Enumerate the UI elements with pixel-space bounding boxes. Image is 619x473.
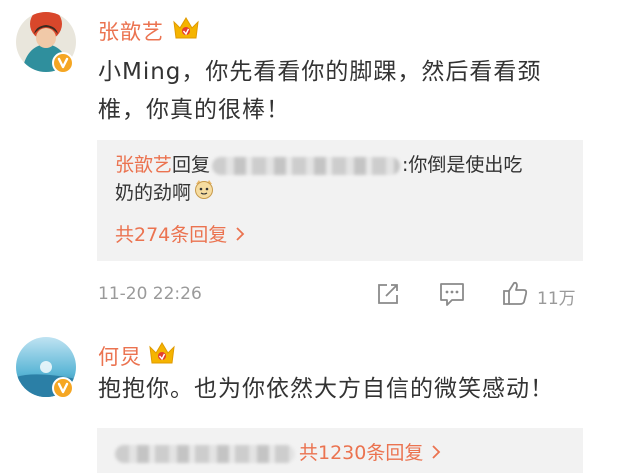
comment-timestamp: 11-20 22:26: [98, 284, 202, 304]
username[interactable]: 何炅: [98, 341, 142, 371]
username[interactable]: 张歆艺: [98, 16, 164, 46]
reply-preview-box[interactable]: 共1230条回复: [97, 428, 583, 473]
reply-preview-line: 张歆艺回复 :你倒是使出吃: [115, 150, 522, 180]
verified-badge-icon: [52, 377, 74, 399]
comment-text: 小Ming，你先看看你的脚踝，然后看看颈: [98, 59, 542, 85]
blurred-username: [212, 156, 401, 175]
reply-text: :你倒是使出吃: [402, 154, 523, 176]
reply-text-continued: 奶的劲啊: [115, 182, 192, 204]
reply-author[interactable]: 张歆艺: [115, 154, 172, 176]
comment-item: 张歆艺 小Ming，你先看看你的脚踝，然后看看颈 椎，你真的很棒！ 张歆艺回复:…: [0, 0, 619, 320]
blurred-username: [115, 444, 295, 463]
view-replies-link[interactable]: 共274条回复: [115, 220, 245, 247]
cat-face-emoji-icon: [193, 178, 215, 209]
thumbs-up-icon[interactable]: [501, 279, 529, 311]
comment-text: 抱抱你。也为你依然大方自信的微笑感动！: [98, 376, 554, 402]
edit-share-icon[interactable]: [375, 281, 401, 311]
chevron-right-icon: [431, 443, 441, 465]
verified-badge-icon: [52, 52, 74, 74]
reply-preview-box[interactable]: 张歆艺回复 :你倒是使出吃 奶的劲啊 共274条回复: [97, 140, 583, 261]
comment-item: 何炅 抱抱你。也为你依然大方自信的微笑感动！ 共1230条回复: [0, 320, 619, 473]
reply-word: 回复: [172, 154, 211, 176]
chevron-right-icon: [235, 225, 245, 247]
comment-icon[interactable]: [438, 281, 466, 311]
like-count: 11万: [537, 289, 576, 309]
reply-preview-line-continued: 奶的劲啊: [115, 178, 215, 209]
crown-vip-icon: [172, 16, 200, 40]
view-replies-link[interactable]: 共1230条回复: [115, 438, 441, 465]
crown-vip-icon: [148, 341, 176, 365]
comment-text-continued: 椎，你真的很棒！: [98, 97, 290, 123]
